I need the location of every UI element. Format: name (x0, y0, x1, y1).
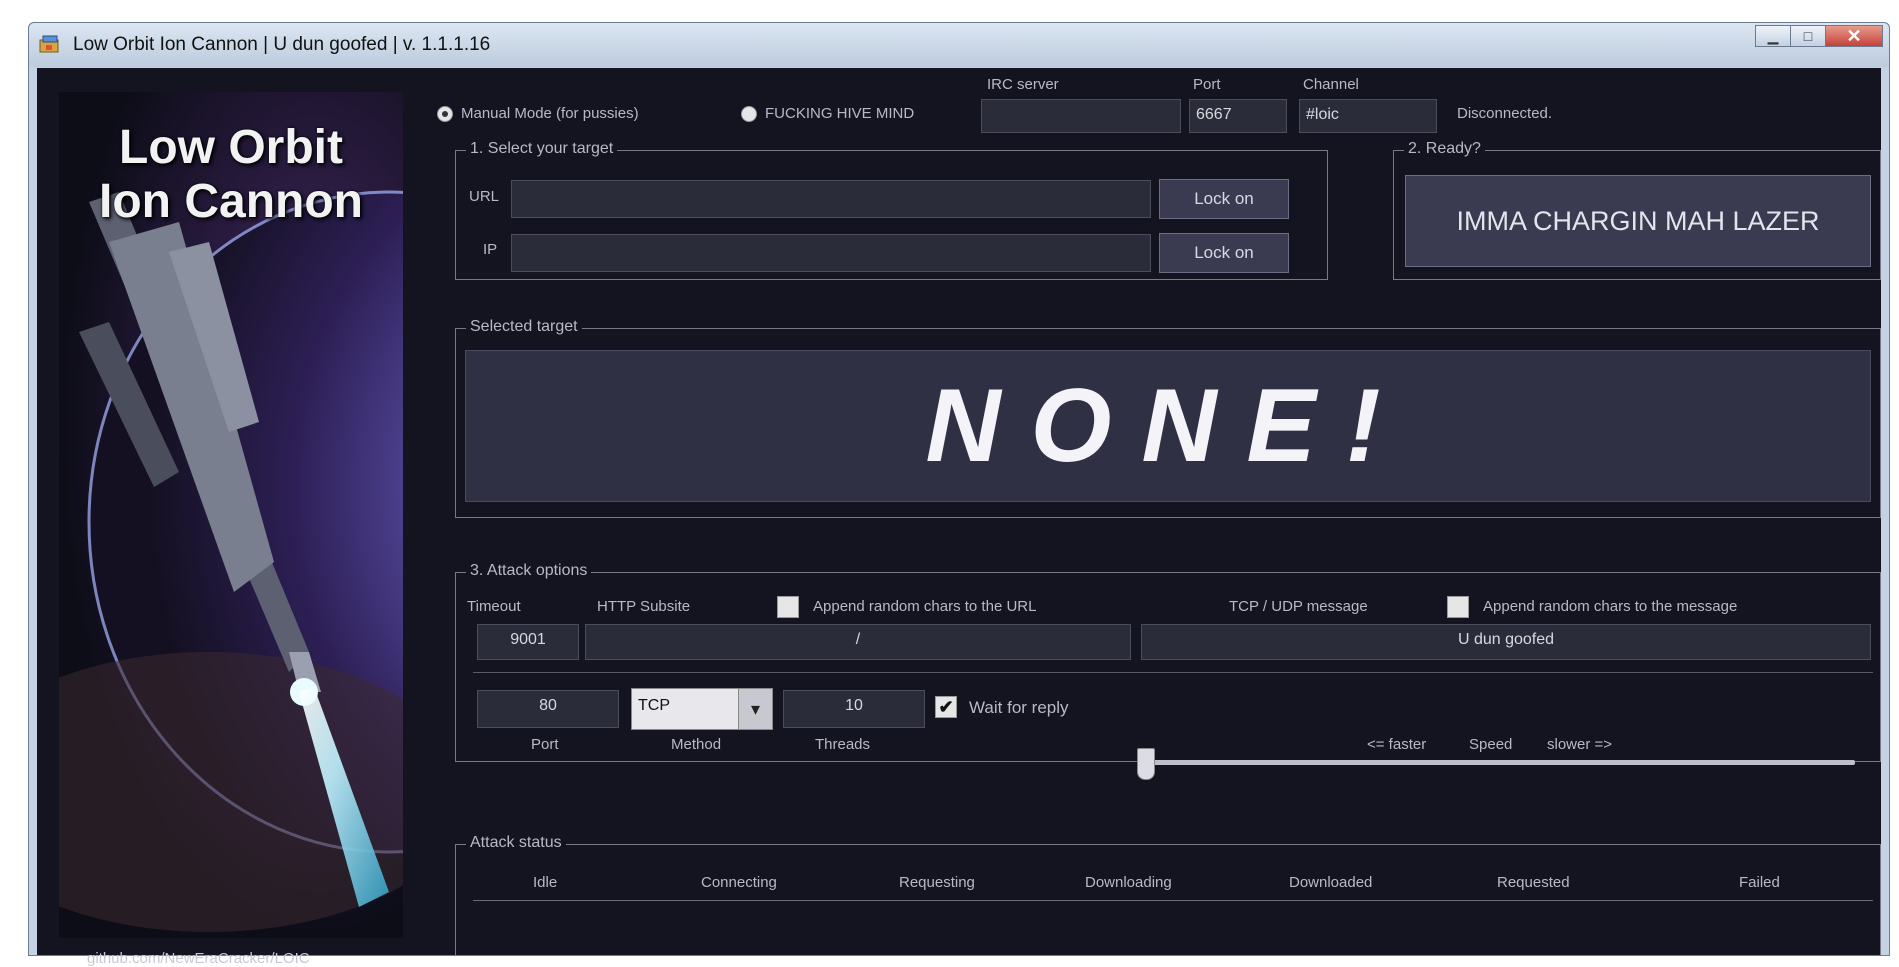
append-message-checkbox[interactable] (1447, 596, 1469, 618)
app-icon (39, 35, 59, 53)
status-failed-header: Failed (1739, 874, 1780, 891)
hive-mind-label[interactable]: FUCKING HIVE MIND (765, 105, 914, 122)
port-input[interactable]: 80 (477, 690, 619, 728)
hive-mind-radio[interactable] (741, 106, 757, 122)
selected-target-title: Selected target (466, 318, 582, 336)
status-header-divider (473, 900, 1873, 901)
speed-faster-label: <= faster (1367, 736, 1427, 753)
url-input[interactable] (511, 180, 1151, 218)
loic-poster-image: Low Orbit Ion Cannon (59, 92, 403, 938)
attack-options-divider (473, 672, 1873, 673)
fire-lazer-button[interactable]: IMMA CHARGIN MAH LAZER (1405, 175, 1871, 267)
ready-title: 2. Ready? (1404, 140, 1485, 158)
tcp-udp-message-input[interactable]: U dun goofed (1141, 624, 1871, 660)
speed-slider-thumb[interactable] (1137, 748, 1155, 780)
speed-slider-track[interactable] (1145, 760, 1855, 765)
append-url-label[interactable]: Append random chars to the URL (813, 598, 1036, 615)
irc-port-input[interactable]: 6667 (1189, 99, 1287, 133)
irc-server-label: IRC server (987, 76, 1059, 93)
method-label: Method (671, 736, 722, 753)
threads-label: Threads (815, 736, 871, 753)
timeout-input[interactable]: 9001 (477, 624, 579, 660)
close-button[interactable]: ✕ (1825, 25, 1883, 47)
append-message-label[interactable]: Append random chars to the message (1483, 598, 1737, 615)
url-label: URL (469, 188, 500, 205)
irc-channel-label: Channel (1303, 76, 1359, 93)
main-panel: Low Orbit Ion Cannon github.com/NewEraCr… (37, 68, 1881, 967)
speed-slower-label: slower => (1547, 736, 1613, 753)
status-requesting-header: Requesting (899, 874, 975, 891)
manual-mode-label[interactable]: Manual Mode (for pussies) (461, 105, 639, 122)
github-link[interactable]: github.com/NewEraCracker/LOIC (87, 950, 310, 967)
attack-status-title: Attack status (466, 834, 566, 852)
irc-server-input[interactable] (981, 99, 1181, 133)
window-title: Low Orbit Ion Cannon | U dun goofed | v.… (73, 34, 491, 55)
manual-mode-radio[interactable] (437, 106, 453, 122)
ip-input[interactable] (511, 234, 1151, 272)
status-idle-header: Idle (533, 874, 558, 891)
speed-label: Speed (1469, 736, 1513, 753)
irc-port-label: Port (1193, 76, 1221, 93)
ip-lock-on-button[interactable]: Lock on (1159, 233, 1289, 273)
url-lock-on-button[interactable]: Lock on (1159, 179, 1289, 219)
irc-status-text: Disconnected. (1457, 105, 1553, 122)
timeout-label: Timeout (467, 598, 521, 615)
http-subsite-label: HTTP Subsite (597, 598, 691, 615)
maximize-button[interactable]: □ (1790, 25, 1826, 47)
http-subsite-input[interactable]: / (585, 624, 1131, 660)
status-downloading-header: Downloading (1085, 874, 1172, 891)
ip-label: IP (483, 241, 498, 258)
app-window: Low Orbit Ion Cannon | U dun goofed | v.… (28, 22, 1890, 967)
irc-channel-input[interactable]: #loic (1299, 99, 1437, 133)
minimize-button[interactable]: ▁ (1755, 25, 1791, 47)
title-bar[interactable]: Low Orbit Ion Cannon | U dun goofed | v.… (29, 23, 1889, 67)
poster-title-line2: Ion Cannon (99, 175, 363, 228)
wait-for-reply-label[interactable]: Wait for reply (969, 698, 1069, 718)
method-value: TCP (638, 697, 670, 714)
append-url-checkbox[interactable] (777, 596, 799, 618)
status-requested-header: Requested (1497, 874, 1570, 891)
status-downloaded-header: Downloaded (1289, 874, 1373, 891)
method-dropdown[interactable]: TCP ▾ (631, 688, 773, 730)
select-target-title: 1. Select your target (466, 140, 618, 158)
poster-title-line1: Low Orbit (119, 121, 343, 174)
status-connecting-header: Connecting (701, 874, 777, 891)
dropdown-arrow-icon[interactable]: ▾ (738, 689, 772, 729)
threads-input[interactable]: 10 (783, 690, 925, 728)
attack-options-title: 3. Attack options (466, 562, 592, 580)
port-label: Port (531, 736, 559, 753)
window-controls: ▁ □ ✕ (1755, 25, 1883, 47)
wait-for-reply-checkbox[interactable]: ✔ (935, 696, 957, 718)
selected-target-display: NONE! (465, 350, 1871, 502)
tcp-udp-message-label: TCP / UDP message (1229, 598, 1368, 615)
